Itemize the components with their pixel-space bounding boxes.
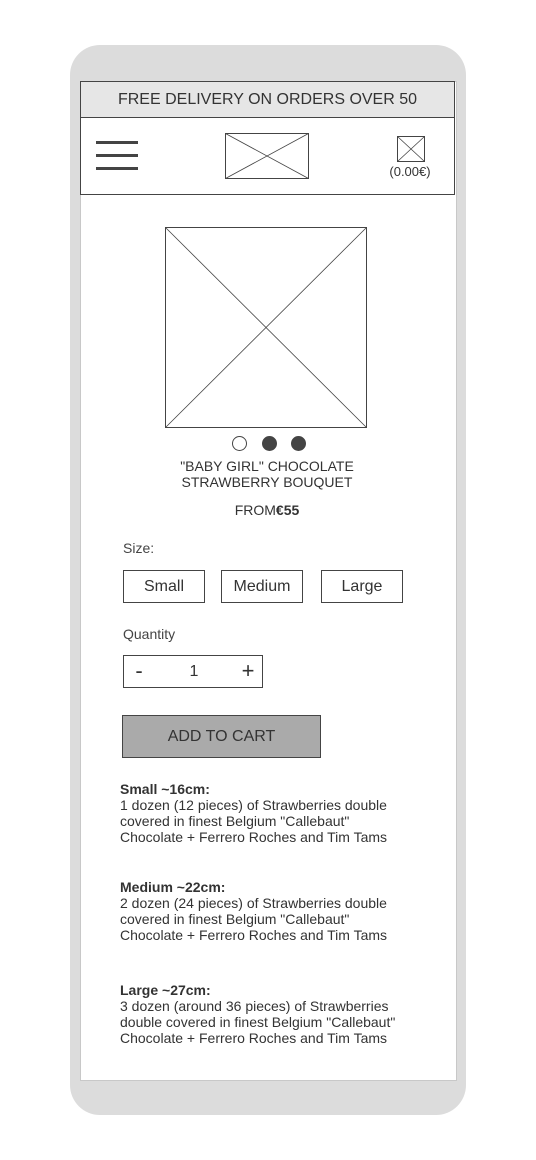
size-description-small: Small ~16cm: 1 dozen (12 pieces) of Stra… xyxy=(120,781,420,845)
price-value: €55 xyxy=(275,502,300,518)
description-line: 1 dozen (12 pieces) of Strawberries doub… xyxy=(120,797,387,813)
description-heading: Large ~27cm: xyxy=(120,982,211,998)
product-image-placeholder-icon xyxy=(165,227,367,428)
size-small-button[interactable]: Small xyxy=(123,570,205,603)
description-line: Chocolate + Ferrero Roches and Tim Tams xyxy=(120,829,388,845)
add-to-cart-button[interactable]: ADD TO CART xyxy=(122,715,321,758)
product-title: "BABY GIRL" CHOCOLATE STRAWBERRY BOUQUET xyxy=(140,458,394,490)
size-large-button[interactable]: Large xyxy=(321,570,403,603)
description-heading: Small ~16cm: xyxy=(120,781,210,797)
hamburger-menu-icon[interactable] xyxy=(96,141,138,171)
product-title-line-2: STRAWBERRY BOUQUET xyxy=(181,474,353,490)
description-heading: Medium ~22cm: xyxy=(120,879,226,895)
carousel-dot-1[interactable] xyxy=(232,436,247,451)
quantity-input[interactable]: 1 xyxy=(174,656,214,687)
banner-text: FREE DELIVERY ON ORDERS OVER 50 xyxy=(117,90,418,108)
quantity-increment-button[interactable]: + xyxy=(238,657,258,685)
size-description-large: Large ~27cm: 3 dozen (around 36 pieces) … xyxy=(120,982,420,1046)
description-line: 3 dozen (around 36 pieces) of Strawberri… xyxy=(120,998,389,1014)
size-medium-button[interactable]: Medium xyxy=(221,570,303,603)
cart-total[interactable]: (0.00€) xyxy=(378,164,442,179)
carousel-dot-2[interactable] xyxy=(262,436,277,451)
description-line: double covered in finest Belgium "Calleb… xyxy=(120,1014,396,1030)
description-line: Chocolate + Ferrero Roches and Tim Tams xyxy=(120,927,388,943)
description-line: covered in finest Belgium "Callebaut" xyxy=(120,813,350,829)
product-title-line-1: "BABY GIRL" CHOCOLATE xyxy=(180,458,354,474)
quantity-label: Quantity xyxy=(123,626,176,642)
description-line: 2 dozen (24 pieces) of Strawberries doub… xyxy=(120,895,387,911)
size-label: Size: xyxy=(123,540,155,556)
size-description-medium: Medium ~22cm: 2 dozen (24 pieces) of Str… xyxy=(120,879,420,943)
description-line: Chocolate + Ferrero Roches and Tim Tams xyxy=(120,1030,388,1046)
carousel-dot-3[interactable] xyxy=(291,436,306,451)
logo-placeholder-icon[interactable] xyxy=(225,133,309,179)
price-prefix: FROM xyxy=(234,502,276,518)
free-delivery-banner: FREE DELIVERY ON ORDERS OVER 50 xyxy=(80,81,455,118)
quantity-stepper: - 1 + xyxy=(123,655,263,688)
description-line: covered in finest Belgium "Callebaut" xyxy=(120,911,350,927)
quantity-decrement-button[interactable]: - xyxy=(130,657,148,685)
product-price: FROM€55 xyxy=(140,502,394,518)
cart-placeholder-icon[interactable] xyxy=(397,136,425,162)
